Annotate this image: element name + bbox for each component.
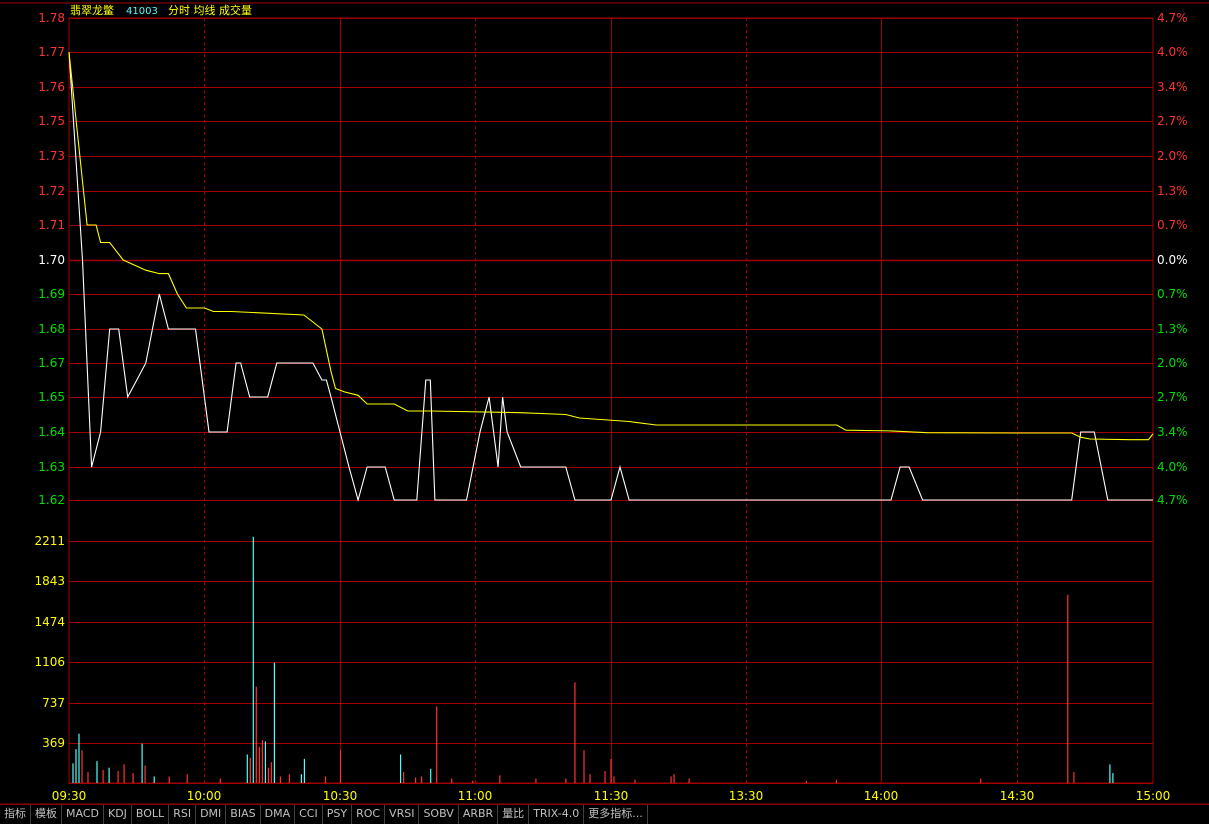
percent-tick-label: 3.4% [1157,80,1188,94]
indicator-button[interactable]: SOBV [419,805,459,824]
time-tick-label: 09:30 [52,789,87,803]
indicator-button[interactable]: DMI [196,805,227,824]
percent-tick-label: 2.7% [1157,114,1188,128]
price-tick-label: 1.71 [38,218,65,232]
indicator-button[interactable]: PSY [323,805,353,824]
indicator-button[interactable]: MACD [62,805,104,824]
percent-tick-label: 4.0% [1157,460,1188,474]
price-tick-label: 1.76 [38,80,65,94]
price-tick-label: 1.67 [38,356,65,370]
percent-tick-label: 0.0% [1157,253,1188,267]
percent-tick-label: 4.0% [1157,45,1188,59]
percent-tick-label: 4.7% [1157,11,1188,25]
price-tick-label: 1.70 [38,253,65,267]
intraday-chart: 翡翠龙鳖 41003 分时 均线 成交量 1.78 1.77 1.76 1.75 1.73 1.… [0,2,1209,804]
stock-name: 翡翠龙鳖 [70,3,114,17]
price-tick-label: 1.78 [38,11,65,25]
volume-tick-label: 369 [42,736,65,750]
indicator-button[interactable]: TRIX-4.0 [529,805,585,824]
volume-tick-label: 2211 [34,534,65,548]
percent-tick-label: 3.4% [1157,425,1188,439]
price-tick-label: 1.64 [38,425,65,439]
volume-tick-label: 1106 [34,655,65,669]
indicator-button[interactable]: 更多指标... [584,805,648,824]
volume-tick-label: 1474 [34,615,65,629]
percent-tick-label: 2.7% [1157,390,1188,404]
price-tick-label: 1.68 [38,322,65,336]
mode-labels: 分时 均线 成交量 [168,3,252,17]
price-tick-label: 1.72 [38,184,65,198]
price-tick-label: 1.73 [38,149,65,163]
time-tick-label: 10:30 [323,789,358,803]
percent-tick-label: 0.7% [1157,287,1188,301]
time-tick-label: 13:30 [729,789,764,803]
indicator-button[interactable]: 指标 [0,805,31,824]
percent-tick-label: 1.3% [1157,184,1188,198]
price-tick-label: 1.69 [38,287,65,301]
time-tick-label: 11:30 [594,789,629,803]
indicator-button[interactable]: ROC [352,805,386,824]
percent-tick-label: 1.3% [1157,322,1188,336]
percent-tick-label: 4.7% [1157,493,1188,507]
price-tick-label: 1.75 [38,114,65,128]
percent-tick-label: 0.7% [1157,218,1188,232]
price-tick-label: 1.63 [38,460,65,474]
price-tick-label: 1.65 [38,390,65,404]
indicator-button[interactable]: DMA [261,805,296,824]
price-tick-label: 1.62 [38,493,65,507]
time-tick-label: 14:30 [1000,789,1035,803]
indicator-button[interactable]: KDJ [104,805,132,824]
time-tick-label: 11:00 [458,789,493,803]
price-tick-label: 1.77 [38,45,65,59]
percent-tick-label: 2.0% [1157,356,1188,370]
indicator-toolbar: 指标 模板 MACD KDJ BOLL RSI DMI BIAS DMA CCI PSY ROC VRS… [0,804,1209,824]
percent-tick-label: 2.0% [1157,149,1188,163]
time-tick-label: 10:00 [187,789,222,803]
time-tick-label: 14:00 [864,789,899,803]
indicator-button[interactable]: 模板 [31,805,62,824]
indicator-button[interactable]: ARBR [459,805,499,824]
indicator-button[interactable]: BIAS [226,805,261,824]
volume-tick-label: 737 [42,696,65,710]
time-tick-label: 15:00 [1136,789,1171,803]
indicator-button[interactable]: CCI [295,805,323,824]
stock-code: 41003 [126,6,158,17]
indicator-button[interactable]: RSI [169,805,197,824]
indicator-button[interactable]: BOLL [132,805,170,824]
indicator-button[interactable]: VRSI [385,805,420,824]
volume-tick-label: 1843 [34,574,65,588]
indicator-button[interactable]: 量比 [498,805,530,824]
